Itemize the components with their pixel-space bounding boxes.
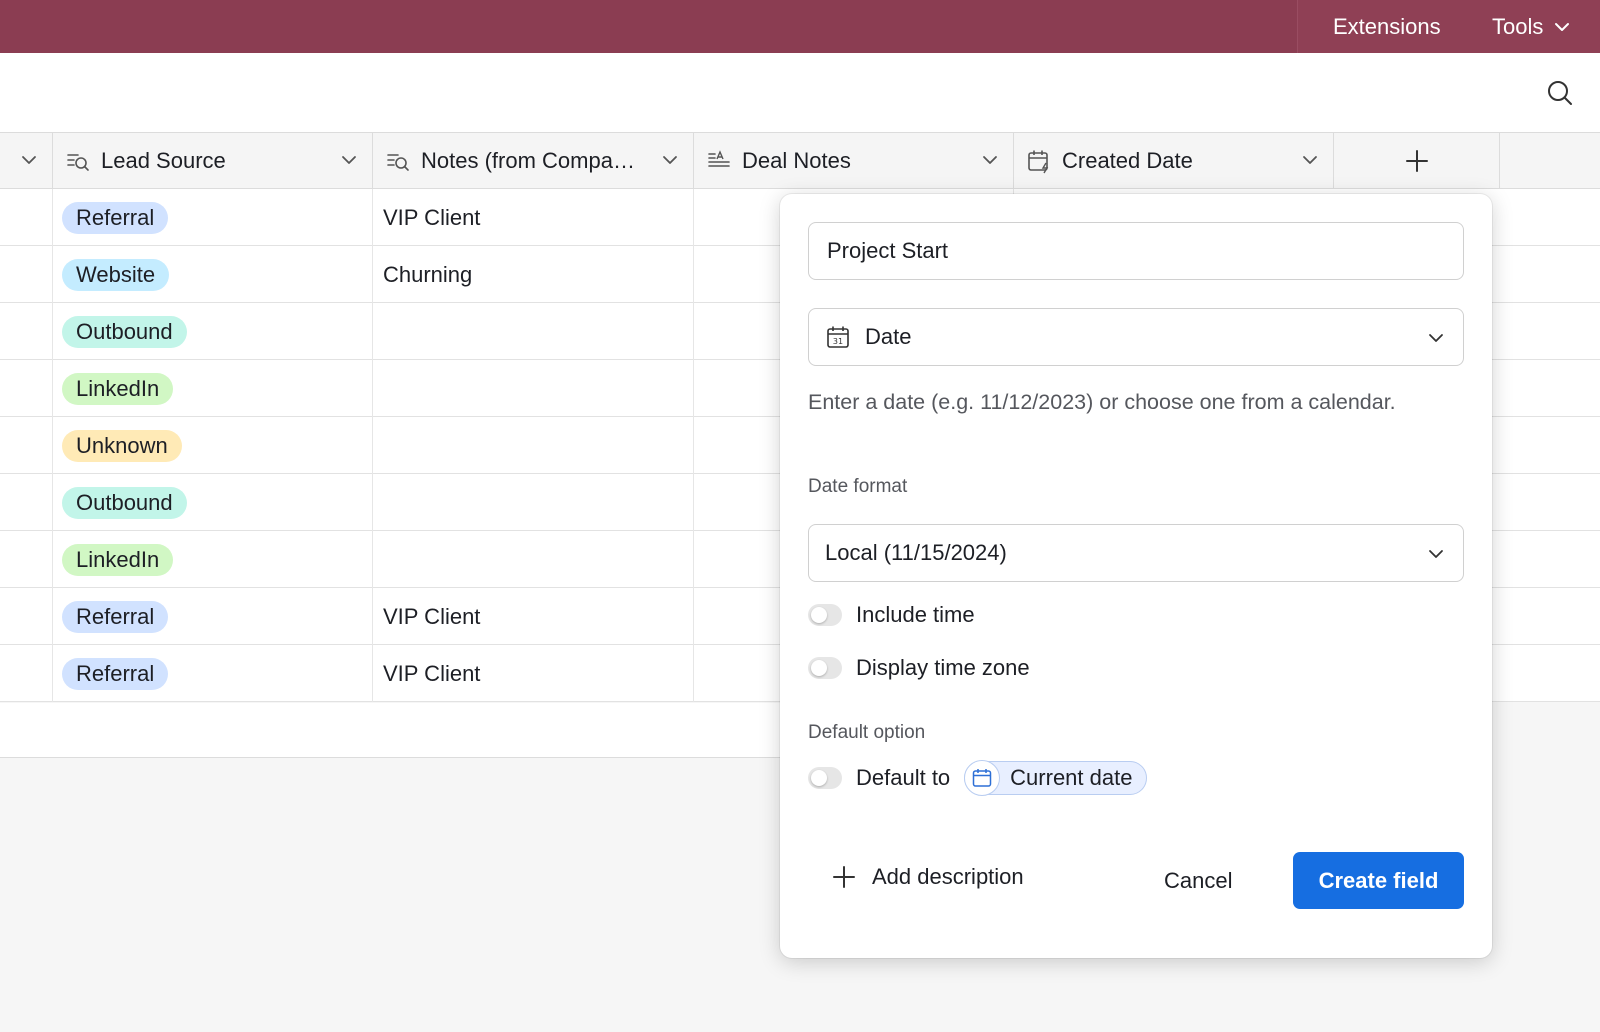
row-number-cell[interactable] — [0, 417, 53, 474]
lead-source-tag: Unknown — [62, 429, 182, 462]
include-time-label: Include time — [856, 602, 975, 627]
notes-cell[interactable] — [373, 531, 694, 588]
lead-source-cell[interactable]: Referral — [53, 645, 373, 702]
chevron-down-icon[interactable] — [18, 149, 40, 171]
lead-source-cell[interactable]: Referral — [53, 189, 373, 246]
lead-source-cell[interactable]: Outbound — [53, 474, 373, 531]
column-header-previous[interactable] — [0, 133, 53, 189]
lead-source-cell[interactable]: LinkedIn — [53, 531, 373, 588]
extensions-button[interactable]: Extensions — [1333, 14, 1441, 40]
notes-cell[interactable]: VIP Client — [373, 645, 694, 702]
created-date-icon — [1026, 148, 1052, 174]
row-number-cell[interactable] — [0, 360, 53, 417]
lead-source-cell[interactable]: Referral — [53, 588, 373, 645]
column-header-lead-source[interactable]: Lead Source — [53, 133, 373, 189]
notes-cell[interactable] — [373, 360, 694, 417]
notes-cell[interactable] — [373, 474, 694, 531]
current-date-chip[interactable]: Current date — [964, 760, 1148, 796]
row-number-cell[interactable] — [0, 189, 53, 246]
column-header-notes[interactable]: Notes (from Compa… — [373, 133, 694, 189]
lead-source-cell[interactable]: Outbound — [53, 303, 373, 360]
plus-icon — [833, 866, 855, 888]
notes-text: VIP Client — [383, 204, 481, 230]
date-format-label: Date format — [808, 476, 908, 497]
column-label: Deal Notes — [742, 148, 851, 173]
field-type-label: Date — [865, 324, 912, 349]
field-config-popover: 31 Date Enter a date (e.g. 11/12/2023) o… — [780, 194, 1492, 958]
column-header-deal-notes[interactable]: Deal Notes — [694, 133, 1014, 189]
row-number-cell[interactable] — [0, 588, 53, 645]
lead-source-tag: LinkedIn — [62, 543, 174, 576]
row-number-cell[interactable] — [0, 474, 53, 531]
cancel-button[interactable]: Cancel — [1164, 868, 1232, 894]
lead-source-cell[interactable]: Unknown — [53, 417, 373, 474]
lookup-icon — [385, 148, 411, 174]
row-number-cell[interactable] — [0, 531, 53, 588]
lead-source-tag: LinkedIn — [62, 372, 174, 405]
lead-source-cell[interactable]: Website — [53, 246, 373, 303]
notes-text: VIP Client — [383, 603, 481, 629]
date-format-select[interactable]: Local (11/15/2024) — [808, 524, 1464, 582]
display-time-zone-toggle[interactable] — [808, 657, 842, 679]
notes-cell[interactable]: VIP Client — [373, 588, 694, 645]
default-to-row: Default to Current date — [808, 760, 1148, 796]
tools-label: Tools — [1492, 14, 1544, 39]
notes-text: VIP Client — [383, 660, 481, 686]
chevron-down-icon — [1429, 550, 1443, 558]
chevron-down-icon — [1555, 23, 1570, 31]
lead-source-tag: Referral — [62, 201, 169, 234]
include-time-row: Include time — [808, 602, 975, 628]
plus-icon — [1405, 150, 1428, 172]
notes-cell[interactable]: VIP Client — [373, 189, 694, 246]
column-label: Created Date — [1062, 148, 1193, 173]
field-name-input[interactable] — [808, 222, 1464, 280]
calendar-icon: 31 — [827, 326, 849, 348]
notes-cell[interactable]: Churning — [373, 246, 694, 303]
add-description-button[interactable]: Add description — [832, 864, 1024, 890]
lead-source-cell[interactable]: LinkedIn — [53, 360, 373, 417]
view-toolbar — [0, 53, 1600, 133]
lead-source-tag: Outbound — [62, 486, 187, 519]
lead-source-tag: Referral — [62, 600, 169, 633]
date-format-value: Local (11/15/2024) — [825, 540, 1007, 565]
extensions-label: Extensions — [1333, 14, 1441, 39]
chevron-down-icon[interactable] — [1299, 149, 1321, 171]
create-field-button[interactable]: Create field — [1293, 852, 1464, 909]
notes-cell[interactable] — [373, 303, 694, 360]
include-time-toggle[interactable] — [808, 604, 842, 626]
display-time-zone-row: Display time zone — [808, 655, 1030, 681]
notes-cell[interactable] — [373, 417, 694, 474]
default-option-label: Default option — [808, 722, 926, 743]
field-type-select[interactable]: 31 Date — [808, 308, 1464, 366]
field-type-help-text: Enter a date (e.g. 11/12/2023) or choose… — [808, 390, 1396, 414]
svg-text:31: 31 — [833, 337, 843, 346]
add-field-button[interactable] — [1334, 133, 1500, 189]
row-number-cell[interactable] — [0, 645, 53, 702]
column-label: Notes (from Compa… — [421, 148, 635, 173]
lead-source-tag: Outbound — [62, 315, 187, 348]
display-time-zone-label: Display time zone — [856, 655, 1030, 680]
tools-button[interactable]: Tools — [1492, 14, 1571, 40]
calendar-icon — [964, 760, 1001, 796]
chevron-down-icon — [1429, 334, 1443, 342]
row-number-cell[interactable] — [0, 303, 53, 360]
lead-source-tag: Referral — [62, 657, 169, 690]
long-text-icon — [706, 148, 732, 174]
grid-header: Lead Source Notes (from Compa… Deal Note… — [0, 133, 1600, 189]
chevron-down-icon[interactable] — [979, 149, 1001, 171]
default-to-toggle[interactable] — [808, 767, 842, 789]
row-number-cell[interactable] — [0, 246, 53, 303]
search-icon[interactable] — [1546, 79, 1574, 107]
add-row-area[interactable] — [0, 703, 800, 758]
notes-text: Churning — [383, 261, 473, 287]
column-label: Lead Source — [101, 148, 226, 173]
lookup-icon — [65, 148, 91, 174]
add-description-label: Add description — [872, 864, 1024, 889]
default-to-label: Default to — [856, 765, 951, 790]
chevron-down-icon[interactable] — [659, 149, 681, 171]
lead-source-tag: Website — [62, 258, 170, 291]
chevron-down-icon[interactable] — [338, 149, 360, 171]
column-header-created-date[interactable]: Created Date — [1014, 133, 1334, 189]
current-date-label: Current date — [1010, 765, 1133, 790]
